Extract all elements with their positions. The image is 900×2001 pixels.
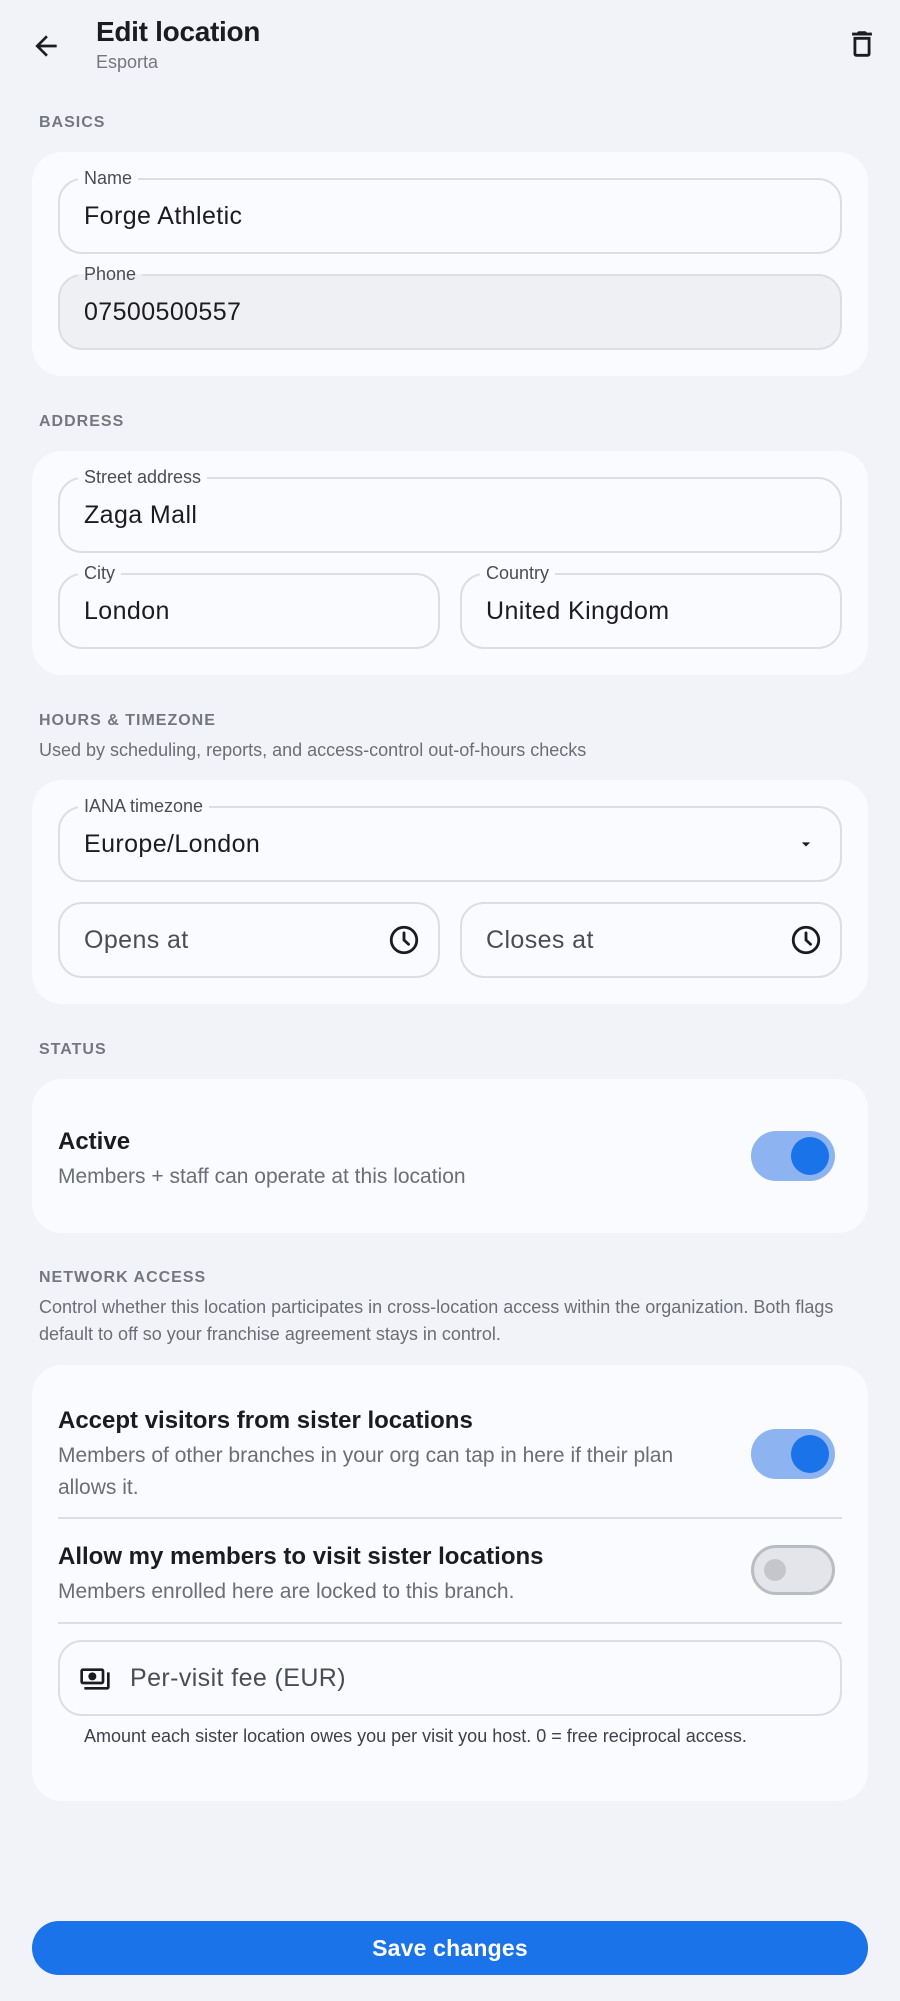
street-address-label: Street address [78,467,208,487]
back-button[interactable] [22,22,70,70]
hours-card: IANA timezone Europe/London Opens at Clo… [32,780,868,1004]
country-field[interactable]: Country United Kingdom [460,563,842,649]
active-title: Active [58,1128,131,1155]
street-address-value[interactable]: Zaga Mall [84,501,197,530]
allow-members-description: Members enrolled here are locked to this… [58,1580,515,1603]
city-value[interactable]: London [84,597,170,626]
status-card [32,1079,868,1233]
per-visit-fee-placeholder: Per-visit fee (EUR) [130,1664,346,1692]
timezone-label: IANA timezone [78,796,210,816]
name-field[interactable]: Name Forge Athletic [58,168,842,254]
trash-icon [852,31,872,57]
timezone-select[interactable]: IANA timezone Europe/London [58,796,842,882]
address-card: Street address Zaga Mall City London Cou… [32,451,868,675]
opens-at-placeholder: Opens at [84,926,189,954]
page-subtitle: Esporta [96,52,159,72]
dropdown-arrow-icon[interactable] [786,824,826,864]
active-toggle[interactable] [751,1131,835,1181]
app-bar: Edit location Esporta [0,0,900,100]
clock-icon[interactable] [384,920,424,960]
street-address-field[interactable]: Street address Zaga Mall [58,467,842,553]
section-label-address: ADDRESS [39,413,125,430]
clock-icon[interactable] [786,920,826,960]
accept-visitors-toggle[interactable] [751,1429,835,1479]
delete-button[interactable] [838,20,886,68]
phone-field-label: Phone [78,264,143,284]
arrow-back-icon [35,35,57,57]
network-description: Control whether this location participat… [39,1297,834,1344]
allow-members-toggle[interactable] [751,1545,835,1595]
per-visit-fee-field[interactable]: Per-visit fee (EUR) [58,1640,842,1716]
section-label-basics: BASICS [39,114,106,131]
basics-card: Name Forge Athletic Phone 07500500557 [32,152,868,376]
section-label-status: STATUS [39,1041,107,1058]
save-changes-button[interactable]: Save changes [32,1921,868,1975]
active-description: Members + staff can operate at this loca… [58,1165,466,1188]
section-label-hours: HOURS & TIMEZONE [39,712,216,729]
hours-description: Used by scheduling, reports, and access-… [39,740,587,760]
toggle-knob [764,1559,786,1581]
name-field-label: Name [78,168,139,188]
country-label: Country [480,563,556,583]
phone-field-value[interactable]: 07500500557 [84,298,241,327]
per-visit-fee-helper: Amount each sister location owes you per… [84,1726,747,1746]
accept-visitors-description: Members of other branches in your org ca… [58,1444,674,1499]
opens-at-field[interactable]: Opens at [58,902,440,978]
closes-at-field[interactable]: Closes at [460,902,842,978]
toggle-knob [791,1137,829,1175]
divider [58,1622,842,1624]
divider [58,1517,842,1519]
phone-field[interactable]: Phone 07500500557 [58,264,842,350]
city-label: City [78,563,121,583]
allow-members-title: Allow my members to visit sister locatio… [58,1543,544,1570]
payments-icon [76,1660,114,1698]
country-value[interactable]: United Kingdom [486,597,669,626]
accept-visitors-title: Accept visitors from sister locations [58,1407,473,1434]
timezone-value[interactable]: Europe/London [84,830,260,859]
city-field[interactable]: City London [58,563,440,649]
section-label-network: NETWORK ACCESS [39,1269,207,1286]
toggle-knob [791,1435,829,1473]
name-field-value[interactable]: Forge Athletic [84,202,242,231]
closes-at-placeholder: Closes at [486,926,594,954]
page-title: Edit location [96,16,261,47]
